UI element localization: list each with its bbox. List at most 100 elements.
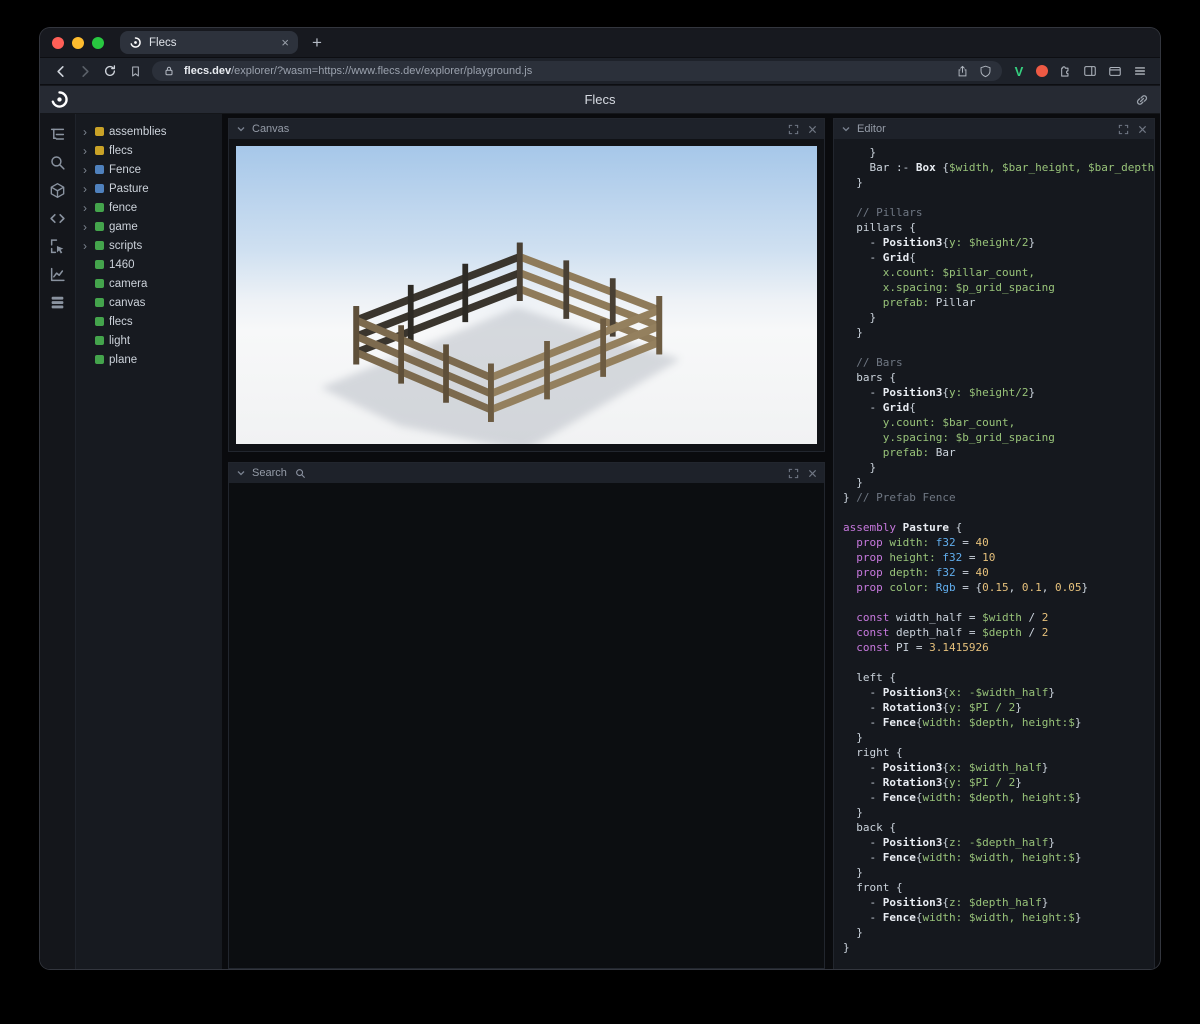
new-tab-button[interactable]: + <box>312 33 322 53</box>
wallet-icon[interactable] <box>1107 63 1123 79</box>
tab-close-icon[interactable]: × <box>281 36 289 49</box>
entity-kind-icon <box>95 203 104 212</box>
bookmark-icon[interactable] <box>127 63 143 79</box>
collapse-chevron-icon[interactable] <box>236 468 246 478</box>
tool-rail <box>40 114 76 969</box>
reload-icon[interactable] <box>102 63 118 79</box>
url-text: flecs.dev/explorer/?wasm=https://www.fle… <box>184 65 947 77</box>
inspect-icon[interactable] <box>49 238 66 255</box>
cube-icon[interactable] <box>49 182 66 199</box>
expand-arrow-icon[interactable]: › <box>83 145 90 157</box>
code-line: // Bars <box>843 356 903 369</box>
browser-tab[interactable]: Flecs × <box>120 31 298 54</box>
url-host: flecs.dev <box>184 65 232 77</box>
extension-dot-icon[interactable] <box>1036 65 1048 77</box>
close-window-button[interactable] <box>52 36 64 49</box>
expand-panel-icon[interactable] <box>1118 124 1129 135</box>
tree-item-label: assemblies <box>109 125 167 138</box>
app-header: Flecs <box>40 86 1160 114</box>
code-line: } <box>843 806 863 819</box>
side-panel-icon[interactable] <box>1082 63 1098 79</box>
code-line: } <box>843 476 863 489</box>
tree-item[interactable]: › camera <box>76 274 222 293</box>
desktop-background: Flecs × + flecs.dev/explorer/?wasm=https… <box>0 0 1200 1024</box>
tree-item[interactable]: › plane <box>76 350 222 369</box>
canvas-viewport[interactable] <box>236 146 817 444</box>
code-line: - Position3{x: -$width_half} <box>843 686 1055 699</box>
tree-item[interactable]: › light <box>76 331 222 350</box>
code-line: y.spacing: $b_grid_spacing <box>843 431 1055 444</box>
stats-icon[interactable] <box>49 294 66 311</box>
tree-item[interactable]: › flecs <box>76 141 222 160</box>
tree-item-label: plane <box>109 353 138 366</box>
share-icon[interactable] <box>954 63 970 79</box>
tree-item[interactable]: › canvas <box>76 293 222 312</box>
expand-arrow-icon[interactable]: › <box>83 183 90 195</box>
address-bar[interactable]: flecs.dev/explorer/?wasm=https://www.fle… <box>152 61 1002 81</box>
code-line: } <box>843 461 877 474</box>
code-line: y.count: $bar_count, <box>843 416 1016 429</box>
expand-arrow-icon[interactable]: › <box>83 126 90 138</box>
extensions-puzzle-icon[interactable] <box>1057 63 1073 79</box>
tab-title: Flecs <box>149 36 177 49</box>
entity-kind-icon <box>95 165 104 174</box>
tree-item[interactable]: › Pasture <box>76 179 222 198</box>
back-icon[interactable] <box>52 63 68 79</box>
tree-item[interactable]: › 1460 <box>76 255 222 274</box>
zoom-window-button[interactable] <box>92 36 104 49</box>
expand-panel-icon[interactable] <box>788 124 799 135</box>
tree-item[interactable]: › flecs <box>76 312 222 331</box>
tree-item[interactable]: › assemblies <box>76 122 222 141</box>
entity-kind-icon <box>95 279 104 288</box>
code-line: right { <box>843 746 903 759</box>
editor-code[interactable]: } Bar :- Box {$width, $bar_height, $bar_… <box>834 139 1154 969</box>
code-line: } <box>843 731 863 744</box>
entity-kind-icon <box>95 317 104 326</box>
tree-icon[interactable] <box>49 126 66 143</box>
expand-arrow-icon[interactable]: › <box>83 202 90 214</box>
code-line: back { <box>843 821 896 834</box>
search-icon[interactable] <box>49 154 66 171</box>
tree-item[interactable]: › fence <box>76 198 222 217</box>
collapse-chevron-icon[interactable] <box>236 124 246 134</box>
tree-item[interactable]: › game <box>76 217 222 236</box>
menu-icon[interactable] <box>1132 63 1148 79</box>
canvas-panel: Canvas <box>228 118 825 452</box>
collapse-chevron-icon[interactable] <box>841 124 851 134</box>
code-line: prefab: Pillar <box>843 296 976 309</box>
close-panel-icon[interactable] <box>808 125 817 134</box>
code-icon[interactable] <box>49 210 66 227</box>
shield-icon[interactable] <box>977 63 993 79</box>
code-line: - Position3{x: $width_half} <box>843 761 1049 774</box>
entity-kind-icon <box>95 336 104 345</box>
close-panel-icon[interactable] <box>808 469 817 478</box>
code-line: - Position3{z: $depth_half} <box>843 896 1049 909</box>
search-panel: Search <box>228 462 825 969</box>
code-line: - Rotation3{y: $PI / 2} <box>843 701 1022 714</box>
vpn-v-icon[interactable]: V <box>1011 63 1027 79</box>
tree-item[interactable]: › scripts <box>76 236 222 255</box>
expand-panel-icon[interactable] <box>788 468 799 479</box>
chart-icon[interactable] <box>49 266 66 283</box>
tree-item-label: light <box>109 334 131 347</box>
share-link-icon[interactable] <box>1134 92 1150 108</box>
expand-arrow-icon[interactable]: › <box>83 240 90 252</box>
editor-panel: Editor } Bar :- Box {$width, $bar_height… <box>833 118 1155 969</box>
entity-kind-icon <box>95 241 104 250</box>
close-panel-icon[interactable] <box>1138 125 1147 134</box>
minimize-window-button[interactable] <box>72 36 84 49</box>
expand-arrow-icon[interactable]: › <box>83 221 90 233</box>
entity-tree: › assemblies › flecs › Fence › Pasture ›… <box>76 114 222 969</box>
window-controls <box>52 36 104 49</box>
browser-window: Flecs × + flecs.dev/explorer/?wasm=https… <box>40 28 1160 969</box>
expand-arrow-icon[interactable]: › <box>83 164 90 176</box>
forward-icon[interactable] <box>77 63 93 79</box>
search-results-area[interactable] <box>229 483 824 968</box>
flecs-logo-icon[interactable] <box>50 90 69 109</box>
tree-item[interactable]: › Fence <box>76 160 222 179</box>
page-title: Flecs <box>584 92 616 107</box>
